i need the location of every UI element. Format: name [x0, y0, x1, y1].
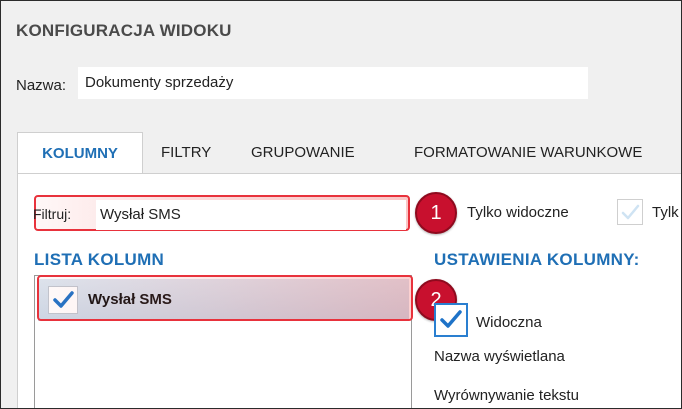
- step-marker-1: 1: [415, 192, 457, 234]
- check-icon: [440, 310, 462, 328]
- column-list-heading: LISTA KOLUMN: [34, 250, 165, 269]
- second-option-label[interactable]: Tylk: [652, 204, 679, 221]
- column-visible-checkbox[interactable]: [48, 286, 78, 314]
- tab-kolumny[interactable]: KOLUMNY: [17, 132, 143, 175]
- tab-grupowanie[interactable]: GRUPOWANIE: [251, 132, 355, 174]
- name-label: Nazwa:: [16, 77, 67, 94]
- tab-filtry[interactable]: FILTRY: [161, 132, 211, 174]
- visible-checkbox[interactable]: [434, 303, 468, 337]
- column-item-label: Wysłał SMS: [88, 291, 172, 308]
- filter-input-value: Wysłał SMS: [100, 206, 181, 223]
- text-align-label: Wyrównywanie tekstu: [434, 387, 579, 404]
- columns-panel: Filtruj: Wysłał SMS 1 Tylko widoczne Tyl…: [17, 173, 681, 408]
- second-option-checkbox[interactable]: [617, 199, 643, 225]
- only-visible-label[interactable]: Tylko widoczne: [467, 204, 569, 221]
- check-icon: [53, 291, 74, 308]
- name-row: Nazwa: Dokumenty sprzedaży: [1, 58, 681, 108]
- tab-bar: KOLUMNY FILTRY GRUPOWANIE FORMATOWANIE W…: [17, 132, 681, 175]
- title-bar: KONFIGURACJA WIDOKU: [1, 1, 681, 58]
- filter-input[interactable]: Wysłał SMS: [96, 200, 406, 230]
- content-area: KOLUMNY FILTRY GRUPOWANIE FORMATOWANIE W…: [1, 108, 681, 408]
- column-settings-heading: USTAWIENIA KOLUMNY:: [434, 250, 640, 269]
- name-input[interactable]: Dokumenty sprzedaży: [78, 67, 588, 99]
- column-list[interactable]: Wysłał SMS: [34, 275, 412, 408]
- tab-formatowanie-warunkowe[interactable]: FORMATOWANIE WARUNKOWE: [414, 132, 642, 174]
- list-item[interactable]: Wysłał SMS: [38, 279, 409, 321]
- filter-label: Filtruj:: [33, 206, 72, 222]
- window-title: KONFIGURACJA WIDOKU: [16, 21, 232, 40]
- view-config-window: KONFIGURACJA WIDOKU Nazwa: Dokumenty spr…: [0, 0, 682, 409]
- display-name-label: Nazwa wyświetlana: [434, 348, 565, 365]
- visible-label[interactable]: Widoczna: [476, 314, 542, 331]
- check-icon: [621, 204, 640, 220]
